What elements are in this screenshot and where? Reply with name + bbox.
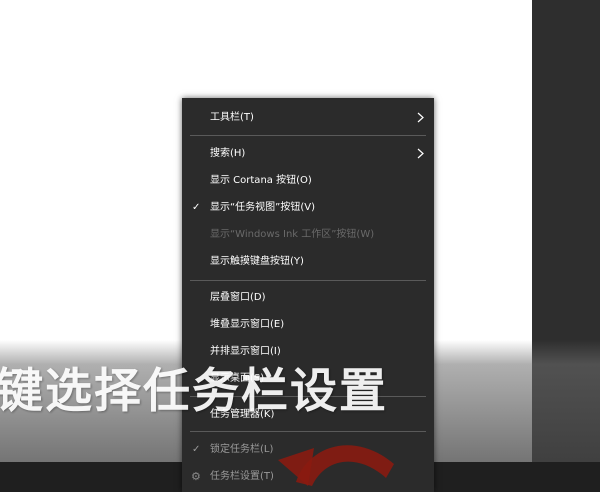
- checkmark-icon: ✓: [192, 444, 201, 455]
- menu-item-toolbars[interactable]: 工具栏(T): [182, 107, 434, 129]
- menu-item-label: 搜索(H): [210, 148, 246, 159]
- menu-separator: [190, 280, 426, 281]
- curved-arrow-icon: [278, 445, 394, 486]
- menu-item-show-windows-ink: 显示“Windows Ink 工作区”按钮(W): [182, 224, 434, 246]
- chevron-right-icon: [417, 112, 424, 123]
- menu-item-label: 显示触摸键盘按钮(Y): [210, 256, 304, 267]
- menu-item-stack-windows[interactable]: 堆叠显示窗口(E): [182, 314, 434, 336]
- menu-item-cascade-windows[interactable]: 层叠窗口(D): [182, 287, 434, 309]
- gear-icon: ⚙: [191, 470, 201, 483]
- menu-item-label: 堆叠显示窗口(E): [210, 319, 285, 330]
- menu-item-label: 显示 Cortana 按钮(O): [210, 175, 312, 186]
- menu-item-search[interactable]: 搜索(H): [182, 143, 434, 165]
- menu-item-show-task-view[interactable]: ✓ 显示“任务视图”按钮(V): [182, 197, 434, 219]
- video-caption: 键选择任务栏设置: [0, 364, 388, 419]
- menu-item-label: 锁定任务栏(L): [210, 444, 274, 455]
- menu-item-show-cortana[interactable]: 显示 Cortana 按钮(O): [182, 170, 434, 192]
- chevron-right-icon: [417, 148, 424, 159]
- menu-item-show-touch-keyboard[interactable]: 显示触摸键盘按钮(Y): [182, 251, 434, 273]
- menu-item-label: 层叠窗口(D): [210, 292, 266, 303]
- menu-item-label: 工具栏(T): [210, 112, 254, 123]
- menu-item-label: 显示“任务视图”按钮(V): [210, 202, 316, 213]
- menu-item-label: 任务栏设置(T): [210, 471, 274, 482]
- menu-item-label: 显示“Windows Ink 工作区”按钮(W): [210, 229, 375, 240]
- checkmark-icon: ✓: [192, 202, 201, 213]
- menu-separator: [190, 135, 426, 136]
